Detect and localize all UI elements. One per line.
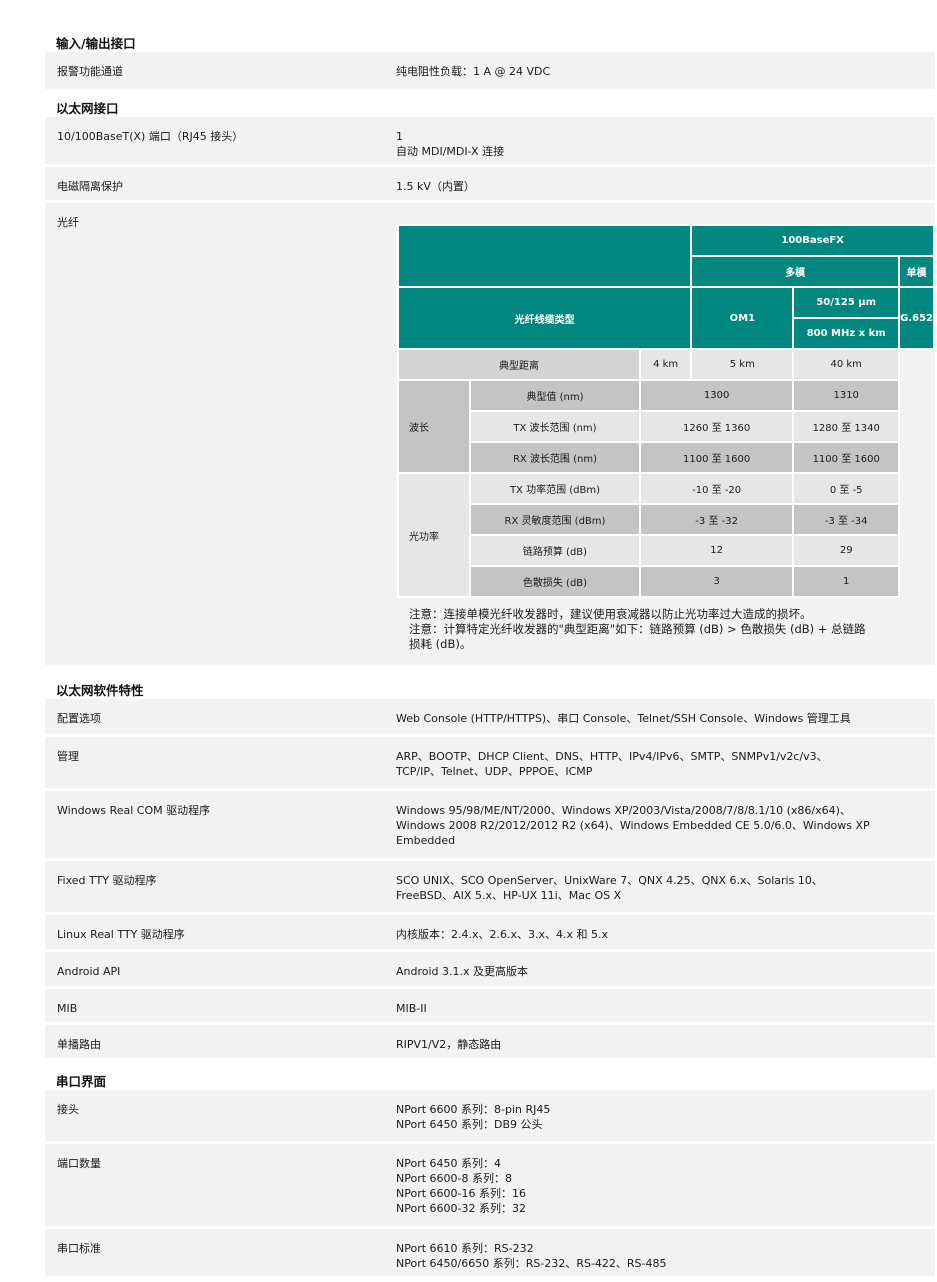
section-title-ethernet: 以太网接口 — [56, 101, 119, 116]
spec-row-emi: 电磁隔离保护 1.5 kV（内置） — [45, 167, 935, 203]
section-title-serial: 串口界面 — [56, 1074, 107, 1089]
fiber-txp-sm: 0 至 -5 — [792, 472, 901, 505]
spec-row-port-count: 端口数量 NPort 6450 系列：4 NPort 6600-8 系列：8 N… — [45, 1144, 935, 1229]
fiber-tx-label: TX 波长范围 (nm) — [468, 410, 641, 443]
spec-label: 10/100BaseT(X) 端口（RJ45 接头） — [57, 130, 244, 143]
spec-label: 接头 — [57, 1103, 79, 1116]
spec-value: NPort 6600 系列：8-pin RJ45 NPort 6450 系列：D… — [396, 1103, 551, 1131]
spec-value: 1.5 kV（内置） — [396, 180, 475, 193]
spec-label: 管理 — [57, 750, 79, 763]
spec-label: Windows Real COM 驱动程序 — [57, 804, 211, 817]
fiber-distance-sm: 40 km — [792, 348, 901, 381]
fiber-header-singlemode: 单模 — [898, 255, 935, 288]
spec-row-routing: 单播路由 RIPV1/V2，静态路由 — [45, 1025, 935, 1061]
fiber-txp-mm: -10 至 -20 — [638, 472, 795, 505]
fiber-table: 100BaseFX 多模 单模 光纤线缆类型 OM1 50/125 µm G.6… — [396, 224, 935, 598]
spec-label: 报警功能通道 — [57, 65, 123, 78]
spec-row-serial-standard: 串口标准 NPort 6610 系列：RS-232 NPort 6450/665… — [45, 1229, 935, 1279]
spec-row-config: 配置选项 Web Console (HTTP/HTTPS)、串口 Console… — [45, 699, 935, 737]
spec-value: NPort 6610 系列：RS-232 NPort 6450/6650 系列：… — [396, 1242, 667, 1270]
spec-value: NPort 6450 系列：4 NPort 6600-8 系列：8 NPort … — [396, 1157, 526, 1215]
spec-value: MIB-II — [396, 1002, 427, 1015]
section-title-software: 以太网软件特性 — [56, 683, 144, 698]
fiber-typ-mm: 1300 — [638, 379, 795, 412]
fiber-rx-label: RX 波长范围 (nm) — [468, 441, 641, 474]
spec-value: 1 自动 MDI/MDI-X 连接 — [396, 130, 505, 158]
spec-row-android: Android API Android 3.1.x 及更高版本 — [45, 952, 935, 989]
spec-value: Web Console (HTTP/HTTPS)、串口 Console、Teln… — [396, 712, 851, 725]
fiber-disp-sm: 1 — [792, 565, 901, 598]
spec-sheet: 输入/输出接口 报警功能通道 纯电阻性负载：1 A @ 24 VDC 以太网接口… — [45, 0, 935, 1279]
fiber-txp-label: TX 功率范围 (dBm) — [468, 472, 641, 505]
fiber-table-corner — [396, 224, 693, 288]
fiber-distance-mm: 5 km — [690, 348, 795, 381]
fiber-power-group: 光功率 — [397, 472, 471, 598]
fiber-distance-label: 典型距离 — [397, 348, 641, 381]
fiber-header-100basefx: 100BaseFX — [690, 224, 935, 257]
spec-label: 单播路由 — [57, 1038, 101, 1051]
fiber-rx-sm: 1100 至 1600 — [792, 441, 901, 474]
fiber-cable-type-label: 光纤线缆类型 — [396, 286, 693, 350]
fiber-budget-label: 链路预算 (dB) — [468, 534, 641, 567]
spec-row-fixed-tty: Fixed TTY 驱动程序 SCO UNIX、SCO OpenServer、U… — [45, 861, 935, 915]
spec-label: 光纤 — [57, 216, 79, 229]
fiber-size: 50/125 µm — [792, 286, 901, 319]
fiber-rxs-sm: -3 至 -34 — [792, 503, 901, 536]
fiber-distance-om1: 4 km — [638, 348, 693, 381]
fiber-table-wrap: 100BaseFX 多模 单模 光纤线缆类型 OM1 50/125 µm G.6… — [396, 224, 935, 598]
fiber-tx-mm: 1260 至 1360 — [638, 410, 795, 443]
spec-value: ARP、BOOTP、DHCP Client、DNS、HTTP、IPv4/IPv6… — [396, 750, 828, 778]
fiber-note-1: 注意：连接单模光纤收发器时，建议使用衰减器以防止光功率过大造成的损坏。 — [409, 607, 812, 621]
spec-label: 电磁隔离保护 — [57, 180, 123, 193]
spec-label: Linux Real TTY 驱动程序 — [57, 928, 185, 941]
spec-row-port: 10/100BaseT(X) 端口（RJ45 接头） 1 自动 MDI/MDI-… — [45, 117, 935, 167]
spec-label: MIB — [57, 1002, 78, 1015]
fiber-note-2: 注意：计算特定光纤收发器的"典型距离"如下：链路预算 (dB) > 色散损失 (… — [409, 622, 866, 636]
spec-value: 纯电阻性负载：1 A @ 24 VDC — [396, 65, 551, 78]
fiber-g652: G.652 — [898, 286, 935, 350]
fiber-rxs-mm: -3 至 -32 — [638, 503, 795, 536]
spec-value: Windows 95/98/ME/NT/2000、Windows XP/2003… — [396, 804, 870, 847]
fiber-budget-mm: 12 — [638, 534, 795, 567]
spec-label: 串口标准 — [57, 1242, 101, 1255]
spec-value: Android 3.1.x 及更高版本 — [396, 965, 529, 978]
spec-row-alarm: 报警功能通道 纯电阻性负载：1 A @ 24 VDC — [45, 52, 935, 92]
fiber-note-3: 损耗 (dB)。 — [409, 637, 472, 651]
spec-value: 内核版本：2.4.x、2.6.x、3.x、4.x 和 5.x — [396, 928, 609, 941]
spec-label: Android API — [57, 965, 121, 978]
fiber-header-multimode: 多模 — [690, 255, 901, 288]
fiber-rx-mm: 1100 至 1600 — [638, 441, 795, 474]
spec-value: SCO UNIX、SCO OpenServer、UnixWare 7、QNX 4… — [396, 874, 823, 902]
spec-row-linux-tty: Linux Real TTY 驱动程序 内核版本：2.4.x、2.6.x、3.x… — [45, 915, 935, 952]
fiber-disp-label: 色散损失 (dB) — [468, 565, 641, 598]
section-title-io: 输入/输出接口 — [56, 36, 136, 51]
fiber-wavelength-group: 波长 — [397, 379, 471, 474]
fiber-typ-label: 典型值 (nm) — [468, 379, 641, 412]
fiber-om1: OM1 — [690, 286, 795, 350]
fiber-disp-mm: 3 — [638, 565, 795, 598]
spec-label: Fixed TTY 驱动程序 — [57, 874, 157, 887]
spec-label: 端口数量 — [57, 1157, 101, 1170]
fiber-budget-sm: 29 — [792, 534, 901, 567]
fiber-tx-sm: 1280 至 1340 — [792, 410, 901, 443]
spec-value: RIPV1/V2，静态路由 — [396, 1038, 502, 1051]
fiber-bandwidth: 800 MHz x km — [792, 317, 901, 350]
fiber-rxs-label: RX 灵敏度范围 (dBm) — [468, 503, 641, 536]
fiber-notes: 注意：连接单模光纤收发器时，建议使用衰减器以防止光功率过大造成的损坏。 注意：计… — [409, 607, 934, 652]
spec-row-realcom: Windows Real COM 驱动程序 Windows 95/98/ME/N… — [45, 791, 935, 861]
spec-row-mib: MIB MIB-II — [45, 989, 935, 1025]
spec-row-connector: 接头 NPort 6600 系列：8-pin RJ45 NPort 6450 系… — [45, 1090, 935, 1144]
fiber-typ-sm: 1310 — [792, 379, 901, 412]
spec-label: 配置选项 — [57, 712, 101, 725]
spec-row-management: 管理 ARP、BOOTP、DHCP Client、DNS、HTTP、IPv4/I… — [45, 737, 935, 791]
